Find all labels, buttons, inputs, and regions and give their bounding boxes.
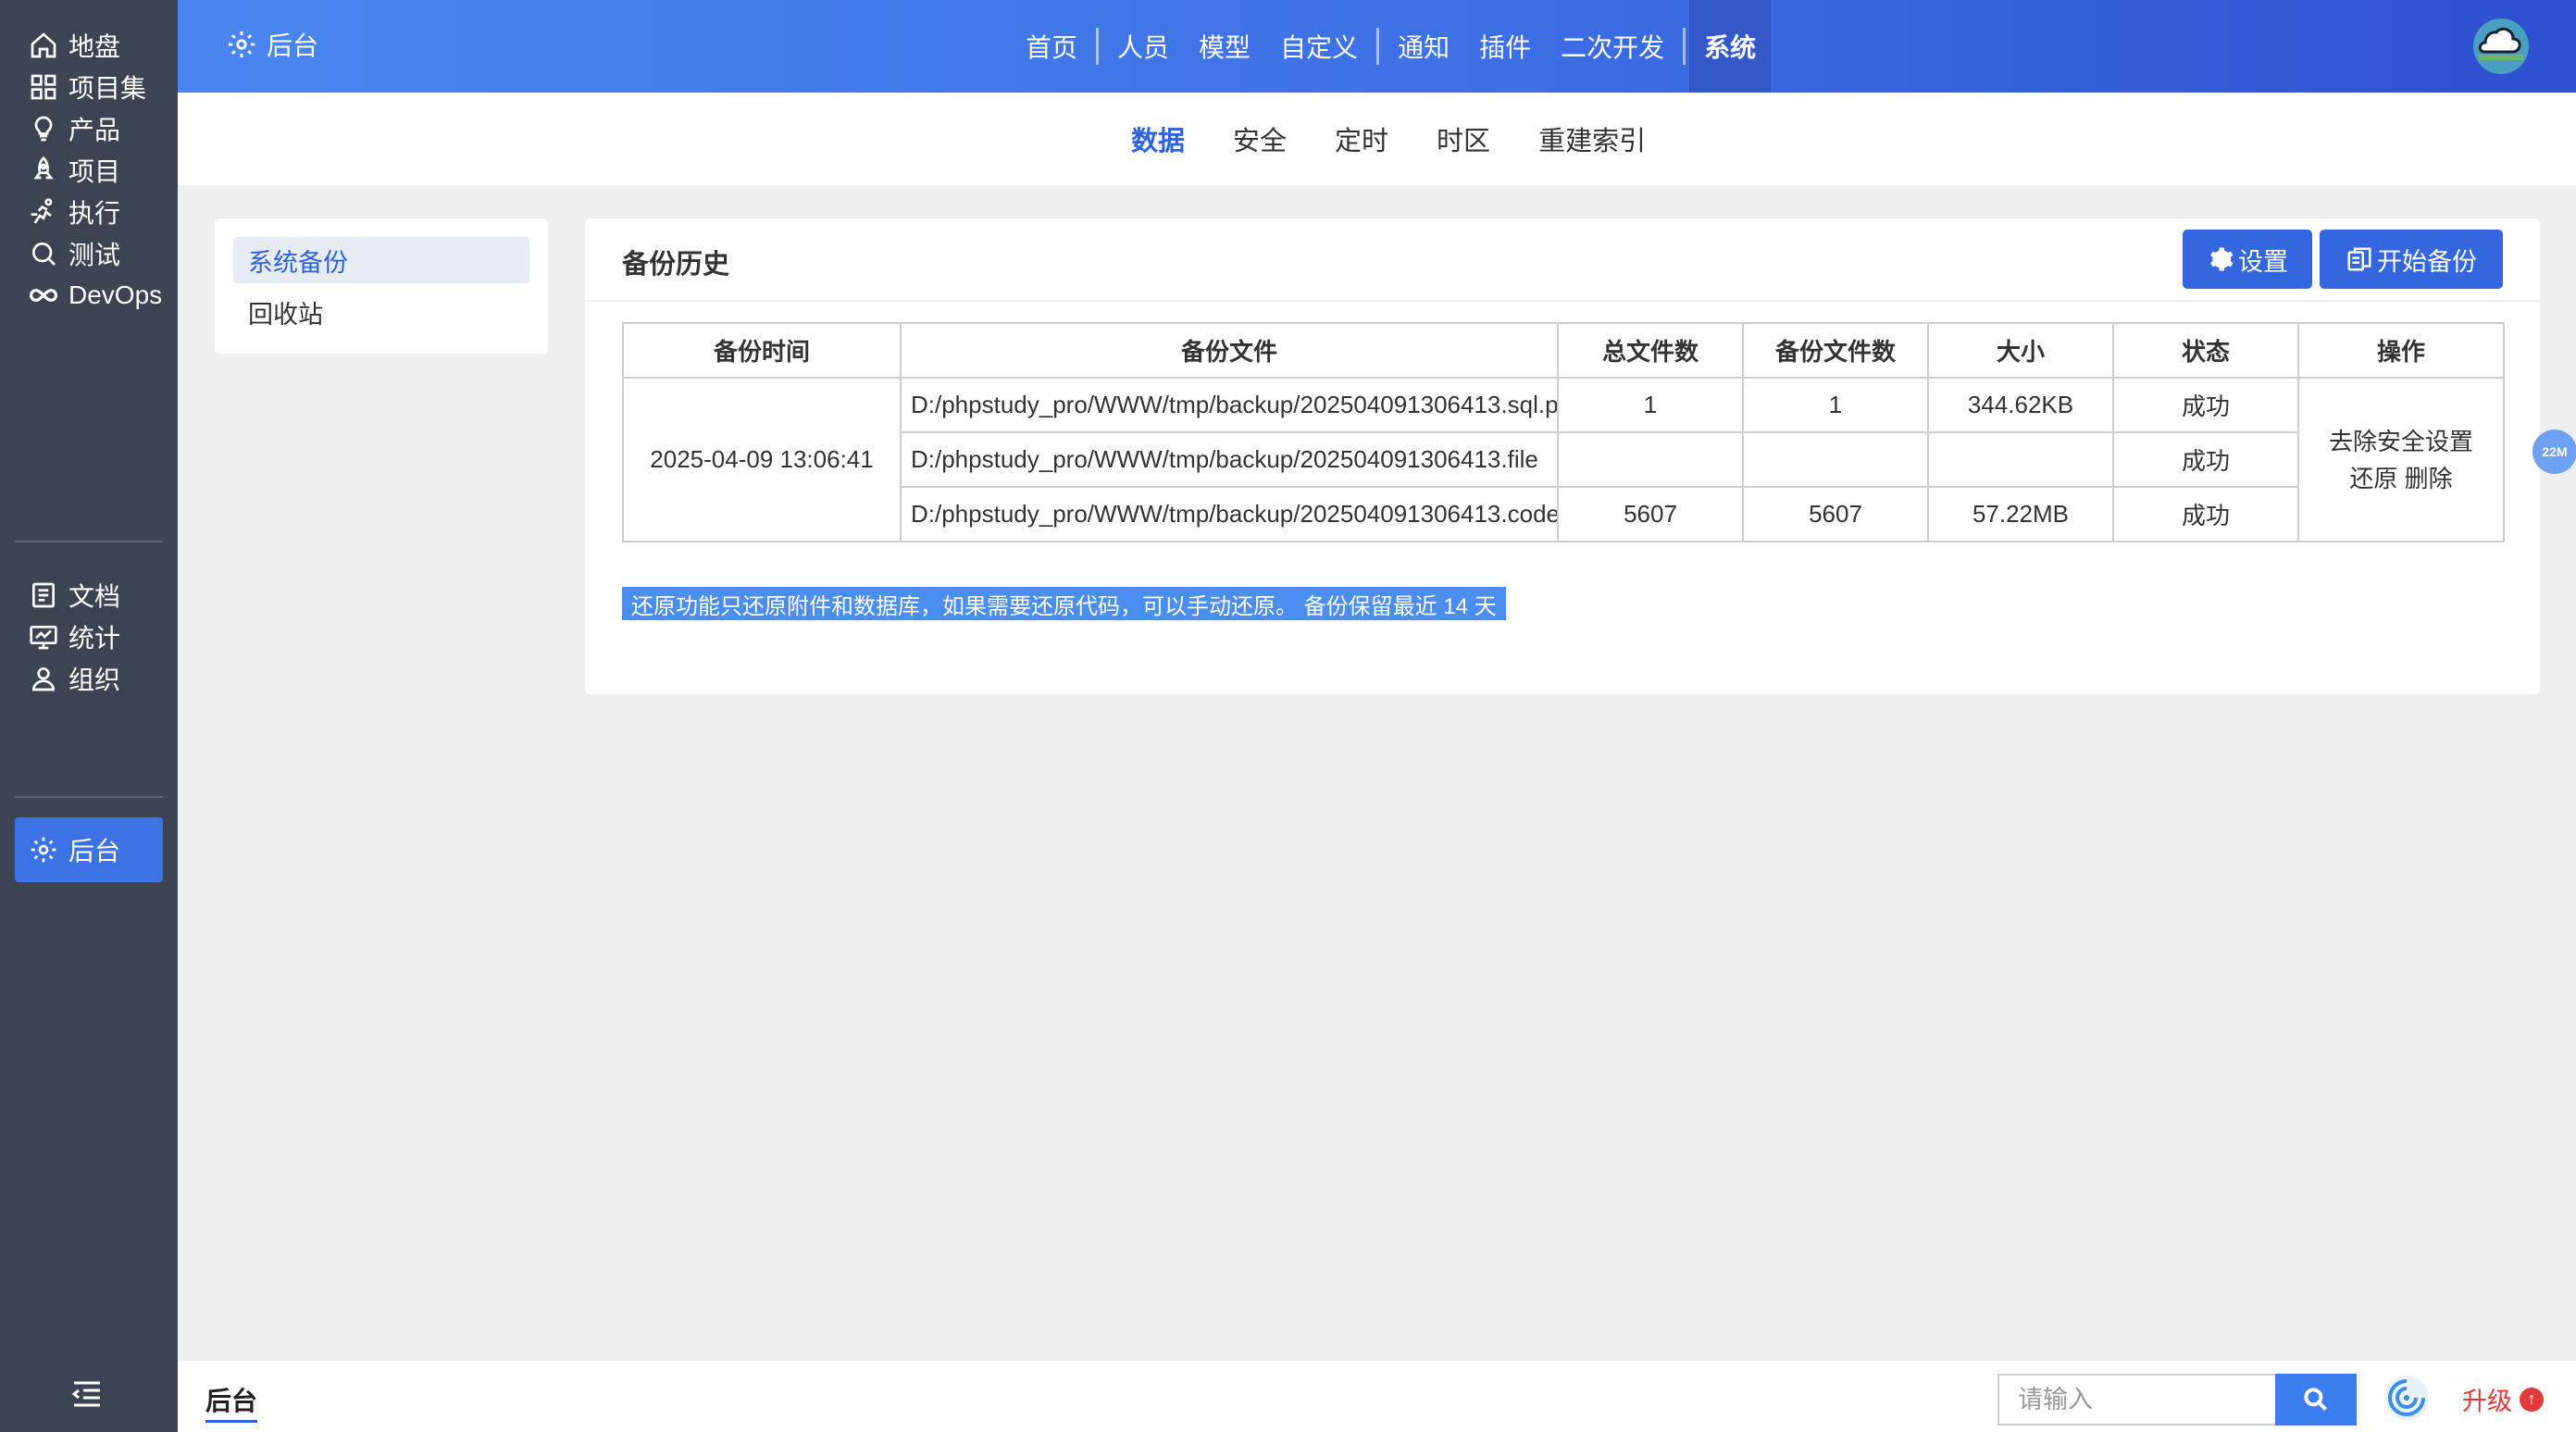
nav-secondary-dev[interactable]: 二次开发 (1546, 0, 1679, 93)
brand-label: 后台 (267, 31, 319, 60)
nav-notify[interactable]: 通知 (1383, 0, 1464, 93)
table-row: D:/phpstudy_pro/WWW/tmp/backup/202504091… (623, 431, 2504, 488)
menu-item-system-backup[interactable]: 系统备份 (233, 237, 529, 283)
actions-line: 还原 删除 (2300, 460, 2502, 497)
table-header-row: 备份时间 备份文件 总文件数 备份文件数 大小 状态 操作 (622, 322, 2505, 379)
card-header: 备份历史 设置 开始备份 (585, 218, 2540, 302)
main-sidebar: 地盘 项目集 产品 项目 执行 测试 DevOps 文档 统计 组织 后台 (0, 0, 178, 1432)
actions-cell: 去除安全设置 还原 删除 (2297, 377, 2505, 542)
sidebar-item-devops[interactable]: DevOps (15, 263, 163, 328)
col-status: 状态 (2112, 322, 2299, 379)
gear-icon (2210, 247, 2234, 271)
infinity-icon (28, 280, 59, 311)
total-files-cell (1557, 431, 1744, 488)
copy-file-icon (2347, 247, 2371, 271)
search-input[interactable] (1997, 1374, 2277, 1426)
col-backup-time: 备份时间 (622, 322, 902, 379)
data-side-menu: 系统备份 回收站 (215, 218, 548, 354)
backup-table: 备份时间 备份文件 总文件数 备份文件数 大小 状态 操作 2025-04-09… (622, 322, 2505, 542)
gear-icon (228, 31, 255, 58)
settings-label: 设置 (2238, 247, 2288, 276)
col-actions: 操作 (2297, 322, 2505, 379)
nav-plugin[interactable]: 插件 (1464, 0, 1546, 93)
total-files-cell: 1 (1557, 377, 1744, 433)
sidebar-item-label: 组织 (68, 666, 121, 694)
tab-cron[interactable]: 定时 (1335, 119, 1388, 158)
sub-nav: 数据 安全 定时 时区 重建索引 (178, 93, 2576, 185)
table-row: 2025-04-09 13:06:41 D:/phpstudy_pro/WWW/… (622, 377, 2505, 542)
col-total-files: 总文件数 (1557, 322, 1744, 379)
user-icon (28, 663, 59, 694)
nav-custom[interactable]: 自定义 (1265, 0, 1373, 93)
size-cell: 57.22MB (1927, 486, 2114, 542)
breadcrumb[interactable]: 后台 (205, 1381, 258, 1423)
search-button[interactable] (2275, 1374, 2357, 1426)
status-cell: 成功 (2112, 377, 2299, 433)
arrow-up-icon: ↑ (2520, 1387, 2544, 1412)
tab-security[interactable]: 安全 (1233, 119, 1287, 158)
sidebar-item-label: 后台 (68, 837, 121, 865)
sidebar-item-label: DevOps (68, 280, 163, 309)
top-nav: 首页 人员 模型 自定义 通知 插件 二次开发 系统 (1011, 0, 1772, 93)
col-backup-files: 备份文件数 (1742, 322, 1929, 379)
nav-divider (1376, 28, 1380, 65)
start-backup-button[interactable]: 开始备份 (2320, 230, 2503, 289)
backup-files-cell: 1 (1742, 377, 1929, 433)
collapse-menu-icon[interactable] (70, 1379, 104, 1409)
start-backup-label: 开始备份 (2377, 247, 2477, 276)
menu-item-recycle-bin[interactable]: 回收站 (233, 289, 529, 335)
search-icon (2304, 1388, 2328, 1412)
col-backup-file: 备份文件 (900, 322, 1559, 379)
upgrade-label: 升级 (2462, 1388, 2512, 1415)
total-files-cell: 5607 (1557, 486, 1744, 542)
upgrade-link[interactable]: 升级 ↑ (2462, 1381, 2544, 1417)
size-cell (1927, 431, 2114, 488)
backup-file-cell: D:/phpstudy_pro/WWW/tmp/backup/202504091… (900, 486, 1559, 542)
status-cell: 成功 (2112, 431, 2299, 488)
tab-data[interactable]: 数据 (1131, 119, 1185, 158)
nav-system[interactable]: 系统 (1689, 0, 1772, 93)
sidebar-item-admin[interactable]: 后台 (15, 817, 163, 882)
restore-link[interactable]: 还原 (2349, 465, 2397, 492)
sidebar-divider (15, 541, 163, 542)
status-cell: 成功 (2112, 486, 2299, 542)
top-header: 后台 首页 人员 模型 自定义 通知 插件 二次开发 系统 (178, 0, 2576, 93)
table-row: D:/phpstudy_pro/WWW/tmp/backup/202504091… (623, 486, 2504, 542)
delete-link[interactable]: 删除 (2405, 465, 2453, 492)
nav-divider (1683, 28, 1686, 65)
nav-people[interactable]: 人员 (1102, 0, 1184, 93)
nav-model[interactable]: 模型 (1184, 0, 1265, 93)
backup-file-cell: D:/phpstudy_pro/WWW/tmp/backup/202504091… (900, 377, 1559, 433)
backup-files-cell: 5607 (1742, 486, 1929, 542)
col-size: 大小 (1927, 322, 2114, 379)
sidebar-divider (15, 796, 163, 798)
gear-icon (28, 834, 59, 865)
nav-divider (1096, 28, 1100, 65)
tab-rebuild-index[interactable]: 重建索引 (1538, 119, 1646, 158)
help-swirl-icon[interactable] (2383, 1374, 2431, 1422)
backup-files-cell (1742, 431, 1929, 488)
backup-file-cell: D:/phpstudy_pro/WWW/tmp/backup/202504091… (900, 431, 1559, 488)
remove-safe-setting-link[interactable]: 去除安全设置 (2300, 423, 2502, 460)
backup-history-card: 备份历史 设置 开始备份 备份时间 备份文件 总文件数 备份文件数 大小 状态 … (585, 218, 2540, 694)
avatar[interactable] (2471, 17, 2531, 76)
sidebar-item-org[interactable]: 组织 (15, 646, 163, 711)
backup-notice: 还原功能只还原附件和数据库，如果需要还原代码，可以手动还原。 备份保留最近 14… (622, 587, 1506, 620)
bottom-bar: 后台 升级 ↑ (178, 1361, 2576, 1432)
app-brand[interactable]: 后台 (226, 26, 318, 63)
size-cell: 344.62KB (1927, 377, 2114, 433)
tab-timezone[interactable]: 时区 (1437, 119, 1490, 158)
memory-usage-badge[interactable]: 22M (2532, 430, 2576, 474)
nav-home[interactable]: 首页 (1011, 0, 1092, 93)
page-title: 备份历史 (622, 250, 730, 280)
settings-button[interactable]: 设置 (2183, 230, 2312, 289)
backup-time-cell: 2025-04-09 13:06:41 (622, 377, 902, 542)
